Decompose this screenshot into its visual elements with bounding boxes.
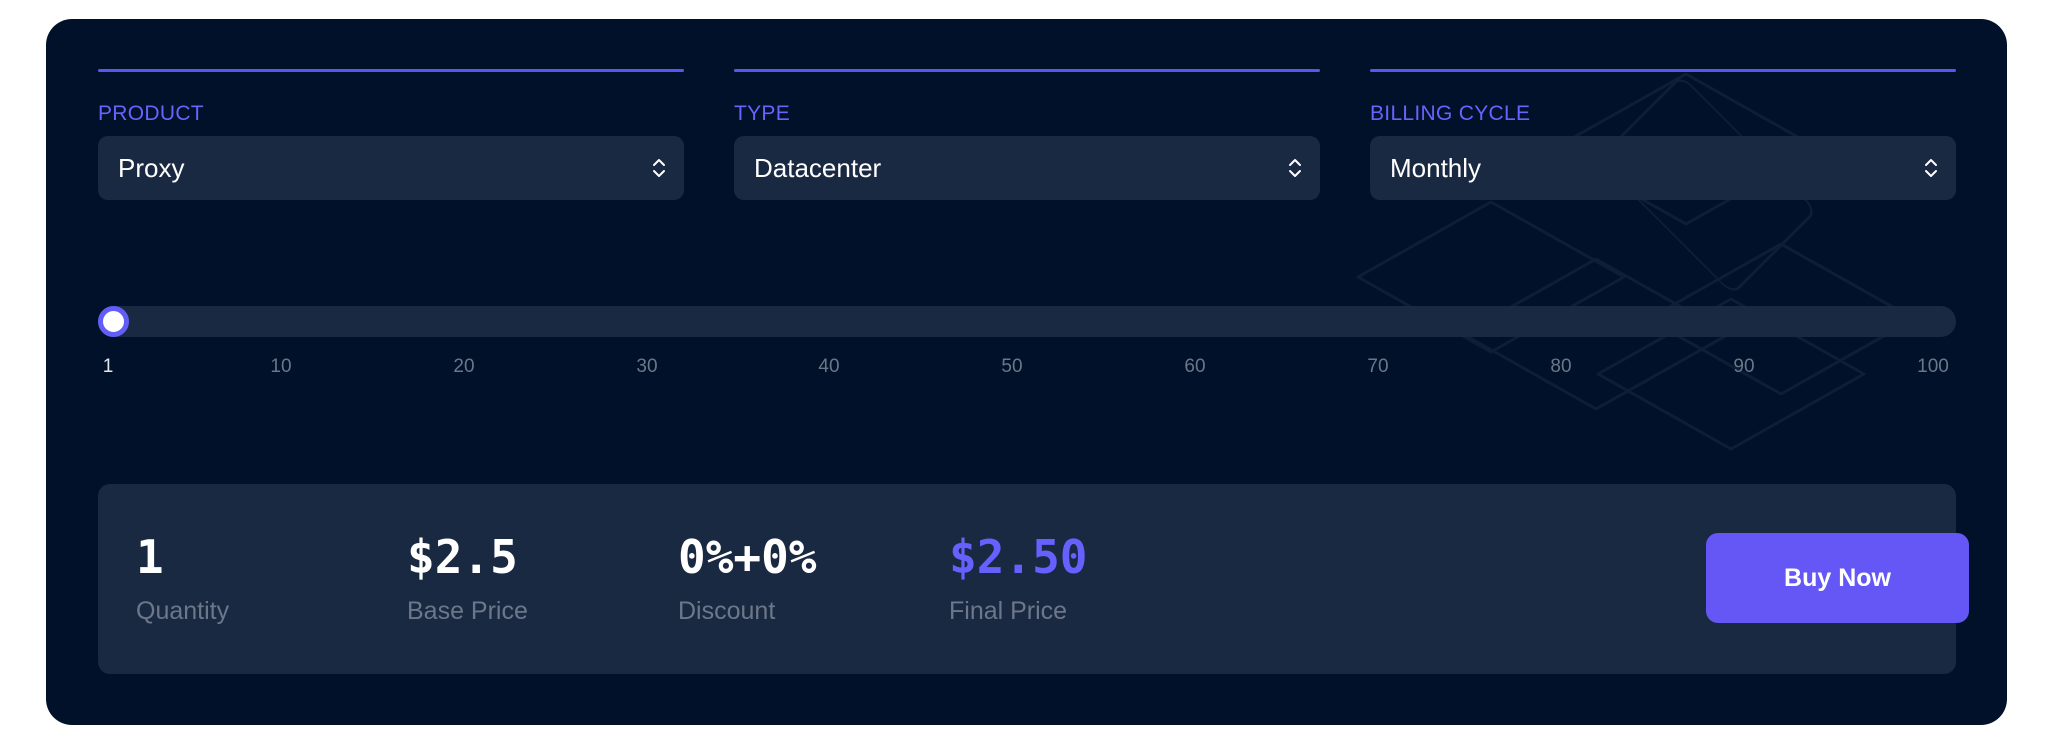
chevron-up-down-icon: [652, 156, 666, 180]
slider-tick-label: 50: [1001, 356, 1023, 377]
billing-cycle-select-value: Monthly: [1390, 152, 1482, 183]
base-price-caption: Base Price: [407, 597, 528, 625]
slider-tick-label: 80: [1550, 356, 1572, 377]
quantity-caption: Quantity: [136, 597, 230, 625]
type-divider: [734, 69, 1320, 72]
quantity-slider-thumb[interactable]: [98, 306, 129, 337]
order-summary: 1 Quantity $2.5 Base Price 0%+0% Discoun…: [98, 484, 1969, 674]
final-price-caption: Final Price: [949, 597, 1068, 625]
slider-tick-label: 40: [818, 356, 840, 377]
chevron-up-down-icon: [1924, 156, 1938, 180]
slider-tick-label: 30: [636, 356, 658, 377]
final-price-stat: $2.50 Final Price: [949, 531, 1087, 626]
product-select-value: Proxy: [118, 152, 185, 183]
slider-tick-label: 60: [1184, 356, 1206, 377]
quantity-value: 1: [136, 530, 164, 584]
type-select-value: Datacenter: [754, 152, 882, 183]
billing-cycle-label: BILLING CYCLE: [1370, 102, 1531, 125]
buy-now-button[interactable]: Buy Now: [1706, 533, 1969, 623]
slider-tick-label: 100: [1917, 356, 1949, 377]
discount-value: 0%+0%: [678, 530, 817, 584]
pricing-calculator-card: PRODUCT Proxy TYPE Datacenter BILLING CY…: [46, 19, 2007, 725]
billing-cycle-field: BILLING CYCLE Monthly: [1370, 69, 1956, 200]
product-divider: [98, 69, 684, 72]
chevron-up-down-icon: [1288, 156, 1302, 180]
slider-tick-label: 20: [453, 356, 475, 377]
final-price-value: $2.50: [949, 530, 1088, 584]
product-field: PRODUCT Proxy: [98, 69, 684, 200]
slider-tick-label: 10: [270, 356, 292, 377]
quantity-slider-track[interactable]: [98, 306, 1956, 337]
type-field: TYPE Datacenter: [734, 69, 1320, 200]
product-select[interactable]: Proxy: [98, 136, 684, 200]
discount-stat: 0%+0% Discount: [678, 531, 816, 626]
base-price-stat: $2.5 Base Price: [407, 531, 528, 626]
discount-caption: Discount: [678, 597, 776, 625]
slider-tick-label: 90: [1733, 356, 1755, 377]
billing-cycle-divider: [1370, 69, 1956, 72]
product-label: PRODUCT: [98, 102, 204, 125]
type-label: TYPE: [734, 102, 791, 125]
type-select[interactable]: Datacenter: [734, 136, 1320, 200]
billing-cycle-select[interactable]: Monthly: [1370, 136, 1956, 200]
slider-tick-label: 70: [1367, 356, 1389, 377]
slider-tick-label: 1: [102, 356, 114, 377]
quantity-stat: 1 Quantity: [136, 531, 229, 626]
base-price-value: $2.5: [407, 530, 518, 584]
